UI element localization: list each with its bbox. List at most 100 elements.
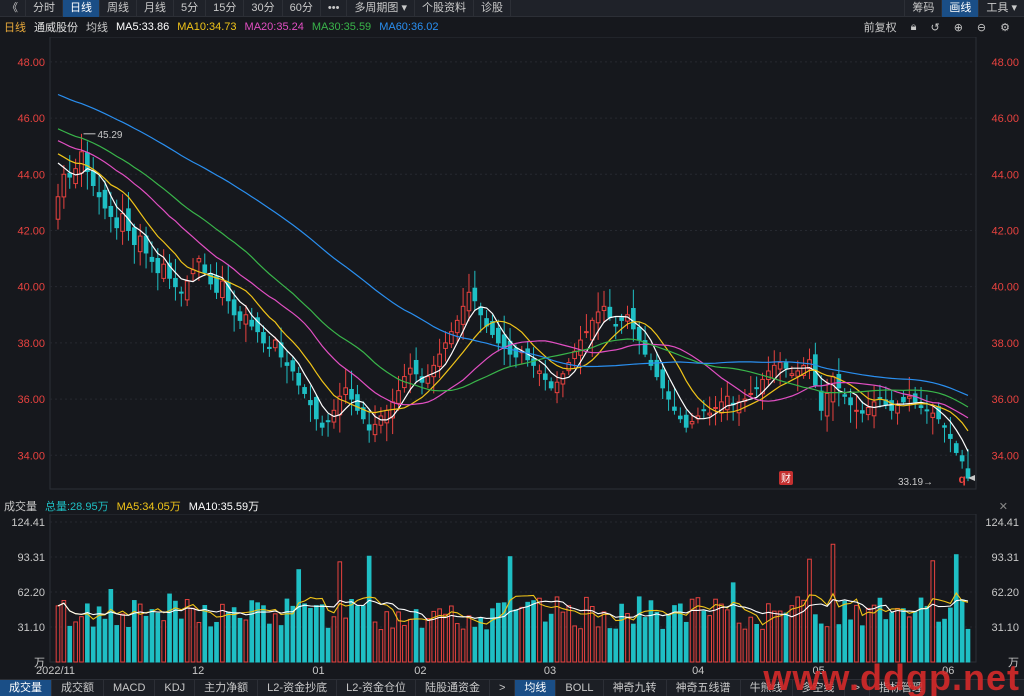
candle-body — [584, 331, 589, 334]
candle-body — [496, 327, 501, 344]
indicator-tab-0[interactable]: 成交量 — [0, 680, 52, 696]
candle-body — [173, 277, 178, 288]
candle-body — [202, 264, 208, 274]
candle-body — [748, 392, 754, 395]
candle-body — [689, 421, 695, 425]
candle-body — [836, 374, 842, 389]
candle-body — [537, 370, 542, 374]
indicator-tab-9[interactable]: 均线 — [515, 680, 557, 696]
candle-body — [601, 305, 607, 312]
toolbar-item-0[interactable]: 《 — [0, 0, 26, 17]
candle-body — [184, 280, 190, 301]
toolbar-right-item-2[interactable]: 工具 ▾ — [978, 0, 1024, 17]
volume-bar — [314, 605, 319, 663]
indicator-tab-10[interactable]: BOLL — [556, 680, 604, 696]
toolbar-item-10[interactable]: 多周期图 ▾ — [347, 0, 416, 17]
candle-body — [854, 409, 859, 412]
volume-chart[interactable]: 124.41 124.41 93.31 93.31 62.20 62.20 31.10 31.… — [0, 514, 1024, 678]
indicator-tab-5[interactable]: L2-资金抄底 — [258, 680, 338, 696]
volume-bar — [730, 582, 736, 663]
volume-bar — [490, 608, 495, 663]
volume-bar — [278, 625, 284, 663]
indicator-tab-4[interactable]: 主力净额 — [195, 680, 259, 696]
toolbar-item-3[interactable]: 周线 — [100, 0, 137, 17]
candle-body — [460, 305, 466, 325]
candle-body — [90, 170, 96, 187]
indicator-tab-6[interactable]: L2-资金仓位 — [337, 680, 416, 696]
avg-line-label[interactable]: 均线 — [86, 19, 108, 35]
close-volume-icon[interactable]: ✕ — [999, 500, 1008, 513]
volume-bar — [425, 618, 431, 663]
volume-legend: 成交量 总量:28.95万 MA5:34.05万 MA10:35.59万 ✕ — [0, 498, 1024, 514]
toolbar-right-item-1[interactable]: 画线 — [941, 0, 979, 17]
ma60-value: MA60:36.02 — [379, 21, 439, 33]
fuquan-label[interactable]: 前复权 — [864, 19, 897, 35]
lock-icon[interactable]: 🔒︎ — [911, 21, 917, 34]
candle-body — [319, 422, 325, 428]
candle-body — [132, 227, 137, 246]
candle-body — [889, 400, 894, 411]
volume-bar — [126, 626, 131, 663]
toolbar-item-5[interactable]: 5分 — [174, 0, 207, 17]
toolbar-item-9[interactable]: ••• — [321, 0, 348, 17]
candle-body — [284, 362, 290, 366]
toolbar-item-4[interactable]: 月线 — [137, 0, 174, 17]
indicator-tab-8[interactable]: > — [490, 680, 516, 696]
volume-bar — [419, 627, 425, 663]
price-chart[interactable]: 48.00 48.00 46.00 46.00 44.00 44.00 42.00 42.00… — [0, 37, 1024, 497]
candle-body — [425, 376, 431, 384]
indicator-tab-11[interactable]: 神奇九转 — [604, 680, 667, 696]
volume-bar — [648, 600, 654, 663]
volume-ma5: MA5:34.05万 — [116, 501, 181, 513]
volume-bar — [325, 627, 331, 663]
indicator-tab-1[interactable]: 成交额 — [52, 680, 104, 696]
volume-bar — [783, 612, 789, 663]
volume-bar — [378, 629, 384, 663]
indicator-tab-3[interactable]: KDJ — [155, 680, 196, 696]
candle-body — [267, 346, 272, 349]
volume-title: 成交量 — [4, 501, 37, 513]
toolbar-item-12[interactable]: 诊股 — [474, 0, 512, 17]
candle-body — [707, 412, 712, 416]
volume-bar — [513, 609, 519, 663]
candle-body — [548, 381, 554, 389]
indicator-tab-12[interactable]: 神奇五线谱 — [667, 680, 741, 696]
ma10-value: MA10:34.73 — [177, 21, 237, 33]
zoom-in-icon[interactable]: ⊕ — [954, 21, 963, 34]
price-tick-left: 36.00 — [17, 394, 45, 406]
x-axis-label: 12 — [192, 665, 204, 677]
toolbar-right-item-0[interactable]: 筹码 — [904, 0, 941, 17]
candle-body — [871, 401, 877, 417]
price-tick-right: 40.00 — [991, 282, 1019, 294]
toolbar-item-11[interactable]: 个股资料 — [415, 0, 475, 17]
volume-bar — [402, 624, 407, 663]
volume-bar — [355, 605, 360, 663]
volume-bar — [478, 617, 484, 663]
volume-bar — [642, 617, 648, 663]
price-tick-right: 38.00 — [991, 338, 1019, 350]
toolbar-item-1[interactable]: 分时 — [26, 0, 63, 17]
candle-body — [237, 311, 243, 321]
volume-bar — [572, 625, 577, 663]
indicator-tab-2[interactable]: MACD — [104, 680, 156, 696]
volume-tick-right: 62.20 — [991, 587, 1019, 599]
toolbar-item-6[interactable]: 15分 — [206, 0, 245, 17]
candle-body — [842, 394, 848, 397]
undo-icon[interactable]: ↺ — [930, 21, 939, 34]
settings-icon[interactable]: ⚙︎ — [1000, 21, 1010, 34]
indicator-tab-7[interactable]: 陆股通资金 — [416, 680, 490, 696]
toolbar-item-7[interactable]: 30分 — [244, 0, 283, 17]
volume-bar — [143, 615, 149, 663]
stock-name: 通威股份 — [34, 22, 78, 34]
toolbar-item-8[interactable]: 60分 — [283, 0, 321, 17]
price-tick-right: 36.00 — [991, 394, 1019, 406]
ma20-value: MA20:35.24 — [244, 21, 304, 33]
zoom-out-icon[interactable]: ⊖ — [977, 21, 986, 34]
volume-bar — [337, 561, 343, 663]
volume-bar — [178, 618, 184, 663]
x-axis-label: 01 — [312, 665, 324, 677]
volume-bar — [443, 613, 448, 663]
toolbar-item-2[interactable]: 日线 — [63, 0, 100, 17]
candle-body — [55, 196, 61, 220]
volume-bar — [484, 629, 489, 663]
